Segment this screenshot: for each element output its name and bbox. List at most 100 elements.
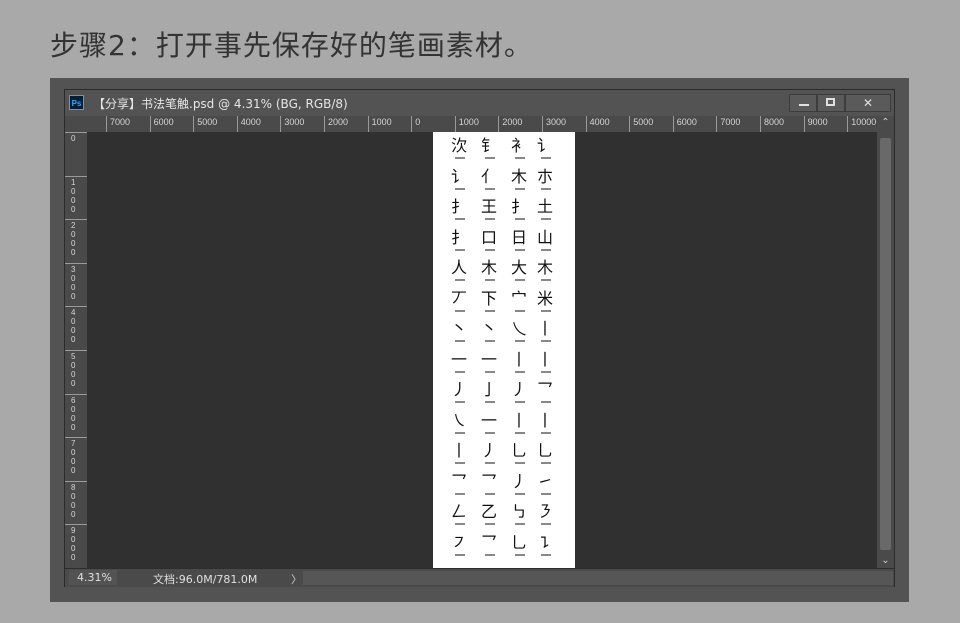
stroke-caption (541, 218, 551, 220)
ruler-tick (65, 393, 87, 395)
scroll-thumb[interactable] (880, 138, 891, 550)
minimize-button[interactable] (789, 94, 817, 112)
stroke-caption (515, 157, 525, 159)
brush-stroke: 乛 (481, 532, 498, 552)
brush-stroke: 丿 (511, 380, 528, 399)
stroke-caption (541, 340, 551, 342)
brush-stroke: 一 (451, 349, 468, 369)
brush-stroke: 丨 (511, 349, 528, 369)
vertical-scrollbar[interactable]: ⌃ ⌄ (877, 116, 894, 568)
brush-stroke: ㇏ (451, 410, 468, 430)
ruler-label: 9000 (803, 116, 828, 132)
brush-stroke: 㳄 (451, 136, 468, 155)
stroke-caption (515, 370, 525, 373)
ruler-label: 1000 (454, 116, 479, 132)
ruler-label: 9000 (71, 526, 76, 563)
brush-stroke: 丨 (451, 441, 468, 460)
stroke-caption (455, 340, 465, 342)
stroke-caption (485, 218, 495, 220)
stroke-caption (515, 523, 525, 525)
status-menu-arrow[interactable]: 〉 (291, 571, 302, 587)
ruler-label: 5000 (71, 352, 76, 388)
ruler-label: 2000 (71, 221, 76, 258)
horizontal-ruler[interactable]: 7000 6000 5000 4000 3000 2000 1000 0 1000 2000 300… (87, 116, 877, 133)
brush-stroke: 山 (537, 227, 554, 247)
ruler-tick (65, 437, 87, 439)
brush-stroke: 朩 (537, 166, 554, 186)
stroke-caption (541, 553, 551, 556)
stroke-caption (455, 218, 465, 220)
ruler-label: 1000 (71, 177, 76, 214)
canvas-area[interactable]: 㳄钅衤讠讠亻木朩扌王扌土扌口日山人木大木丆下宀米丶丶乀丨一一丨丨丿亅丿乛㇏一丨丨… (87, 132, 877, 568)
stroke-caption (541, 309, 551, 312)
stroke-caption (515, 431, 525, 434)
brush-stroke: ㇀ (537, 471, 554, 491)
ruler-label: 2000 (324, 116, 348, 132)
brush-stroke: 丨 (537, 319, 554, 338)
stroke-caption (541, 431, 551, 434)
brush-stroke: 一 (481, 349, 498, 369)
brush-stroke: 土 (537, 197, 554, 216)
ruler-label: 2000 (498, 116, 522, 132)
ruler-label: 5000 (629, 116, 653, 132)
stroke-caption (455, 401, 465, 403)
brush-stroke: ㇋ (537, 502, 554, 521)
stroke-caption (485, 370, 495, 373)
ruler-tick (65, 175, 87, 177)
brush-stroke: 丆 (451, 288, 468, 308)
brush-stroke: 钅 (481, 136, 498, 155)
stroke-caption (541, 157, 551, 159)
document-info: 文档:96.0M/781.0M (153, 573, 258, 586)
stroke-caption (455, 187, 465, 190)
ruler-tick (65, 480, 87, 482)
document-title: 【分享】书法笔触.psd @ 4.31% (BG, RGB/8) (93, 97, 348, 111)
vertical-ruler[interactable]: 01000200030004000500060007000800090001 (65, 132, 88, 568)
brush-stroke: 木 (537, 258, 554, 277)
brush-stroke: 口 (481, 227, 498, 247)
scroll-up-icon[interactable]: ⌃ (877, 116, 894, 130)
brush-stroke: 王 (481, 197, 498, 216)
stroke-caption (541, 370, 551, 373)
zoom-field[interactable]: 4.31% (69, 570, 117, 585)
brush-stroke: 亅 (481, 380, 498, 399)
ruler-label: 6000 (71, 395, 76, 432)
brush-stroke: 衤 (511, 136, 528, 155)
horizontal-scrollbar[interactable] (303, 571, 893, 585)
maximize-button[interactable] (817, 94, 845, 112)
stroke-caption (515, 279, 525, 281)
stroke-caption (485, 309, 495, 312)
document-canvas[interactable]: 㳄钅衤讠讠亻木朩扌王扌土扌口日山人木大木丆下宀米丶丶乀丨一一丨丨丿亅丿乛㇏一丨丨… (433, 132, 575, 568)
stroke-caption (515, 309, 525, 312)
stroke-caption (485, 492, 495, 495)
ruler-label: 7000 (106, 116, 130, 132)
stroke-caption (485, 279, 495, 281)
close-button[interactable]: ✕ (845, 94, 891, 112)
brush-stroke: 乛 (451, 471, 468, 491)
ruler-tick (65, 262, 87, 264)
brush-stroke: 下 (481, 288, 498, 308)
ruler-label: 3000 (542, 116, 566, 132)
document-window: Ps 【分享】书法笔触.psd @ 4.31% (BG, RGB/8) ✕ 70… (64, 89, 895, 587)
scroll-down-icon[interactable]: ⌄ (877, 554, 894, 568)
stroke-caption (455, 248, 465, 251)
brush-stroke: 乀 (511, 319, 528, 338)
stroke-caption (515, 492, 525, 495)
maximize-icon (826, 98, 835, 106)
stroke-caption (515, 462, 525, 464)
stroke-caption (515, 218, 525, 220)
stroke-caption (485, 187, 495, 190)
ruler-label: 0 (71, 134, 76, 143)
stroke-caption (515, 553, 525, 556)
ruler-label: 7000 (716, 116, 740, 132)
brush-stroke: 乙 (481, 502, 498, 521)
brush-stroke: 丨 (537, 410, 554, 430)
ruler-label: 4000 (585, 116, 610, 132)
title-bar[interactable]: Ps 【分享】书法笔触.psd @ 4.31% (BG, RGB/8) ✕ (65, 90, 894, 116)
stroke-caption (455, 523, 465, 525)
brush-stroke: 米 (537, 288, 554, 308)
stroke-caption (455, 309, 465, 312)
ruler-tick (65, 350, 87, 351)
minimize-icon (799, 104, 809, 106)
brush-stroke: 丶 (481, 319, 498, 338)
stroke-caption (541, 401, 551, 403)
